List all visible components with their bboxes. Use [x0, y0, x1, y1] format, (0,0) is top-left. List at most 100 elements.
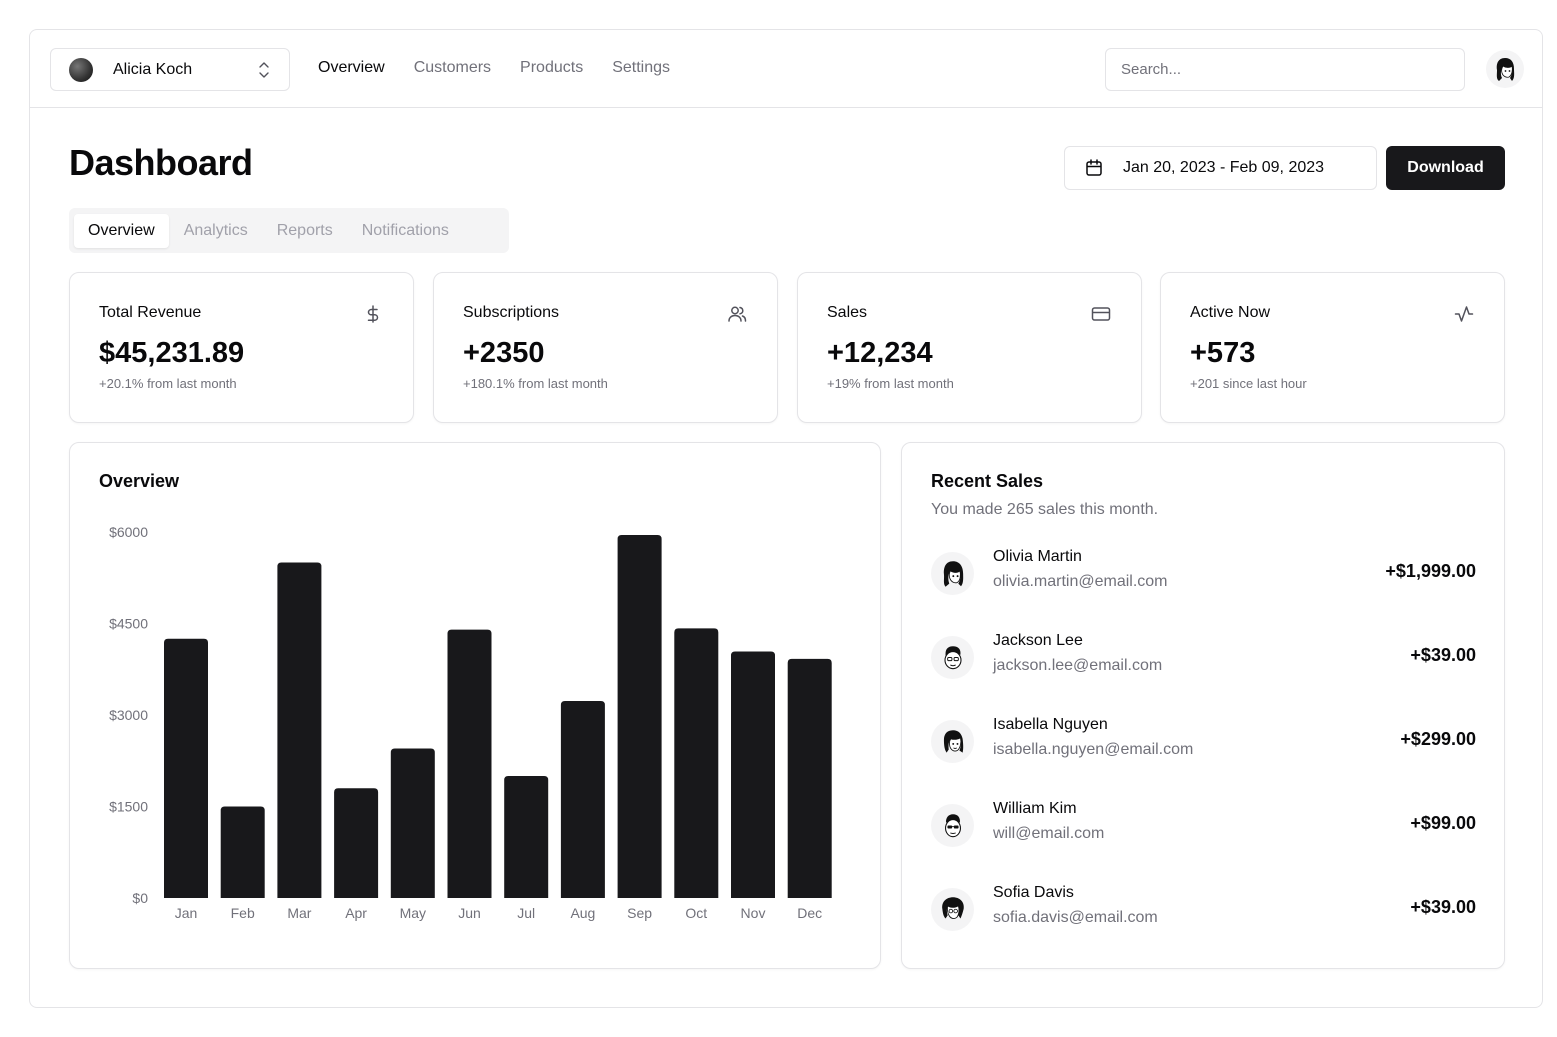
stat-card-active-now: Active Now +573 +201 since last hour: [1160, 272, 1505, 423]
sale-amount: +$1,999.00: [1385, 561, 1476, 581]
nav-settings[interactable]: Settings: [612, 58, 670, 78]
sale-row: William Kim will@email.com +$99.00: [931, 800, 1476, 848]
x-tick-label: May: [400, 905, 426, 921]
x-tick-label: Feb: [231, 905, 255, 921]
avatar-icon: [943, 729, 963, 753]
stat-sub: +201 since last hour: [1190, 376, 1307, 391]
stat-title: Active Now: [1190, 304, 1271, 321]
avatar-icon: [943, 645, 962, 669]
chart-bar-apr[interactable]: [334, 788, 379, 898]
nav-overview[interactable]: Overview: [318, 58, 385, 78]
x-tick-label: Mar: [287, 905, 311, 921]
chart-bar-sep[interactable]: [617, 535, 662, 898]
recent-sales-title: Recent Sales: [931, 471, 1044, 491]
tab-notifications[interactable]: Notifications: [348, 214, 463, 248]
overview-card: Overview $0 $1500 $3000 $4500 $6000 Jan Feb Mar…: [69, 442, 881, 969]
avatar: [931, 720, 974, 763]
avatar: [931, 804, 974, 847]
sale-name: William Kim: [993, 800, 1077, 817]
sale-row: Sofia Davis sofia.davis@email.com +$39.0…: [931, 884, 1476, 932]
sale-email: will@email.com: [993, 825, 1105, 842]
user-avatar[interactable]: [1486, 50, 1524, 88]
chart-bar-may[interactable]: [390, 748, 435, 898]
y-tick-label: $4500: [109, 616, 148, 632]
tab-analytics[interactable]: Analytics: [170, 214, 262, 248]
sale-amount: +$39.00: [1410, 645, 1476, 665]
sale-amount: +$39.00: [1410, 897, 1476, 917]
dashboard-tabs: Overview Analytics Reports Notifications: [69, 208, 509, 253]
top-bar: Alicia Koch Overview Customers Products …: [30, 30, 1542, 108]
sale-name: Isabella Nguyen: [993, 716, 1108, 733]
team-avatar: [69, 57, 93, 82]
user-avatar-icon: [1496, 58, 1515, 81]
avatar: [931, 636, 974, 679]
x-tick-label: Jul: [517, 905, 535, 921]
date-range-picker[interactable]: Jan 20, 2023 - Feb 09, 2023: [1064, 146, 1377, 190]
sale-row: Isabella Nguyen isabella.nguyen@email.co…: [931, 716, 1476, 764]
chart-bar-oct[interactable]: [674, 628, 719, 898]
stat-title: Sales: [827, 304, 868, 321]
avatar-icon: [941, 896, 964, 919]
chevron-up-down-icon: [259, 61, 269, 78]
stat-title: Total Revenue: [99, 304, 202, 321]
download-button[interactable]: Download: [1386, 146, 1505, 190]
sale-email: isabella.nguyen@email.com: [993, 741, 1194, 758]
recent-sales-card: Recent Sales You made 265 sales this mon…: [901, 442, 1505, 969]
stat-title: Subscriptions: [463, 304, 560, 321]
sale-email: sofia.davis@email.com: [993, 909, 1158, 926]
date-range-label: Jan 20, 2023 - Feb 09, 2023: [1123, 159, 1325, 176]
dashboard-frame: Alicia Koch Overview Customers Products …: [29, 29, 1543, 1008]
recent-sales-subtitle: You made 265 sales this month.: [931, 501, 1159, 518]
stat-value: +2350: [463, 337, 545, 369]
sale-email: jackson.lee@email.com: [993, 657, 1163, 674]
sale-amount: +$299.00: [1400, 729, 1476, 749]
stat-sub: +19% from last month: [827, 376, 954, 391]
chart-bar-aug[interactable]: [560, 700, 605, 898]
nav-products[interactable]: Products: [520, 58, 583, 78]
main-nav: Overview Customers Products Settings: [318, 58, 699, 78]
stat-value: +573: [1190, 337, 1256, 369]
x-tick-label: Jun: [458, 905, 481, 921]
stat-card-sales: Sales +12,234 +19% from last month: [797, 272, 1142, 423]
x-tick-label: Dec: [797, 905, 822, 921]
stat-value: +12,234: [827, 337, 933, 369]
credit-card-icon: [1091, 307, 1111, 321]
x-tick-label: Apr: [345, 905, 367, 921]
y-tick-label: $0: [132, 890, 148, 906]
y-tick-label: $6000: [109, 524, 148, 540]
x-tick-label: Oct: [685, 905, 707, 921]
page-title: Dashboard: [69, 142, 253, 183]
chart-bar-mar[interactable]: [277, 562, 322, 899]
chart-bar-dec[interactable]: [787, 658, 832, 898]
avatar-icon: [943, 560, 963, 587]
chart-bar-nov[interactable]: [731, 651, 775, 898]
sale-name: Sofia Davis: [993, 884, 1074, 901]
sale-email: olivia.martin@email.com: [993, 573, 1168, 590]
avatar: [931, 888, 974, 931]
stat-sub: +180.1% from last month: [463, 376, 608, 391]
sale-amount: +$99.00: [1410, 813, 1476, 833]
stat-value: $45,231.89: [99, 337, 245, 369]
x-tick-label: Nov: [741, 905, 766, 921]
tab-reports[interactable]: Reports: [263, 214, 347, 248]
chart-bar-feb[interactable]: [220, 806, 265, 899]
sale-row: Olivia Martin olivia.martin@email.com +$…: [931, 548, 1476, 596]
stat-sub: +20.1% from last month: [99, 376, 237, 391]
team-switcher[interactable]: Alicia Koch: [50, 48, 290, 91]
x-tick-label: Sep: [627, 905, 652, 921]
x-tick-label: Jan: [175, 905, 198, 921]
users-icon: [728, 306, 747, 322]
tab-overview[interactable]: Overview: [74, 213, 169, 248]
chart-bar-jul[interactable]: [504, 776, 549, 898]
avatar-icon: [944, 813, 961, 837]
avatar: [931, 552, 974, 595]
sale-row: Jackson Lee jackson.lee@email.com +$39.0…: [931, 632, 1476, 680]
chart-bar-jan[interactable]: [164, 638, 208, 898]
dollar-icon: [367, 305, 379, 323]
y-tick-label: $3000: [109, 707, 148, 723]
search-input[interactable]: [1105, 48, 1465, 91]
stat-card-subscriptions: Subscriptions +2350 +180.1% from last mo…: [433, 272, 778, 423]
nav-customers[interactable]: Customers: [414, 58, 491, 78]
chart-bar-jun[interactable]: [447, 629, 492, 898]
stat-card-total-revenue: Total Revenue $45,231.89 +20.1% from las…: [69, 272, 414, 423]
